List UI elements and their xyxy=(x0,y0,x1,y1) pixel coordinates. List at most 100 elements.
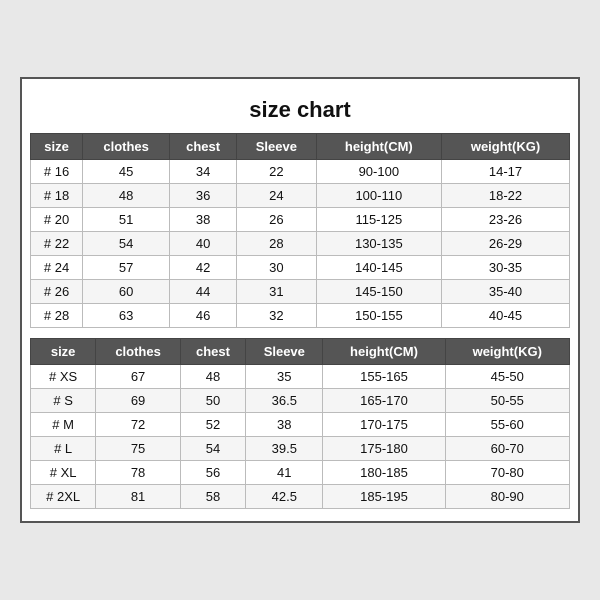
table-cell: # 16 xyxy=(31,160,83,184)
table-cell: # 20 xyxy=(31,208,83,232)
table-cell: 55-60 xyxy=(445,413,570,437)
table-cell: 67 xyxy=(96,365,181,389)
table-cell: 31 xyxy=(237,280,317,304)
table-cell: 40-45 xyxy=(442,304,570,328)
table-cell: 36 xyxy=(170,184,237,208)
table-row: # XS674835155-16545-50 xyxy=(31,365,570,389)
table1-header-cell: Sleeve xyxy=(237,134,317,160)
table-cell: 58 xyxy=(180,485,245,509)
table2-body: # XS674835155-16545-50# S695036.5165-170… xyxy=(31,365,570,509)
table-cell: 54 xyxy=(180,437,245,461)
table-cell: 26 xyxy=(237,208,317,232)
table-cell: 180-185 xyxy=(323,461,445,485)
table-cell: 46 xyxy=(170,304,237,328)
table-cell: 48 xyxy=(180,365,245,389)
table-row: # 18483624100-11018-22 xyxy=(31,184,570,208)
table-cell: 42 xyxy=(170,256,237,280)
table-cell: 22 xyxy=(237,160,317,184)
table-cell: 100-110 xyxy=(316,184,441,208)
table-cell: 60-70 xyxy=(445,437,570,461)
table-cell: 41 xyxy=(246,461,323,485)
table-row: # S695036.5165-17050-55 xyxy=(31,389,570,413)
table-row: # 26604431145-15035-40 xyxy=(31,280,570,304)
table-cell: 36.5 xyxy=(246,389,323,413)
table-cell: 90-100 xyxy=(316,160,441,184)
table-row: # 22544028130-13526-29 xyxy=(31,232,570,256)
table-cell: 30-35 xyxy=(442,256,570,280)
table2-header-cell: clothes xyxy=(96,339,181,365)
table1-header-cell: clothes xyxy=(83,134,170,160)
table-cell: 140-145 xyxy=(316,256,441,280)
table-cell: 175-180 xyxy=(323,437,445,461)
table-cell: 115-125 xyxy=(316,208,441,232)
table1-header-cell: chest xyxy=(170,134,237,160)
table-cell: 155-165 xyxy=(323,365,445,389)
table-cell: 150-155 xyxy=(316,304,441,328)
table-cell: 28 xyxy=(237,232,317,256)
table2-header-cell: size xyxy=(31,339,96,365)
table-cell: 35-40 xyxy=(442,280,570,304)
table-cell: 185-195 xyxy=(323,485,445,509)
table-cell: 38 xyxy=(246,413,323,437)
table-cell: # L xyxy=(31,437,96,461)
table-cell: 23-26 xyxy=(442,208,570,232)
table-cell: # 22 xyxy=(31,232,83,256)
table2-header-cell: height(CM) xyxy=(323,339,445,365)
table-cell: 45 xyxy=(83,160,170,184)
table2-header-row: sizeclotheschestSleeveheight(CM)weight(K… xyxy=(31,339,570,365)
table-row: # M725238170-17555-60 xyxy=(31,413,570,437)
table-cell: 81 xyxy=(96,485,181,509)
table-cell: 165-170 xyxy=(323,389,445,413)
table-cell: 45-50 xyxy=(445,365,570,389)
table-cell: 44 xyxy=(170,280,237,304)
chart-container: size chart sizeclotheschestSleeveheight(… xyxy=(20,77,580,523)
table-cell: 60 xyxy=(83,280,170,304)
table1-header-cell: weight(KG) xyxy=(442,134,570,160)
table-row: # L755439.5175-18060-70 xyxy=(31,437,570,461)
table-row: # 2XL815842.5185-19580-90 xyxy=(31,485,570,509)
table-cell: 54 xyxy=(83,232,170,256)
table-cell: # 28 xyxy=(31,304,83,328)
table-row: # 20513826115-12523-26 xyxy=(31,208,570,232)
table-cell: # XL xyxy=(31,461,96,485)
table-cell: 52 xyxy=(180,413,245,437)
table-cell: 18-22 xyxy=(442,184,570,208)
table-cell: # M xyxy=(31,413,96,437)
table1-body: # 1645342290-10014-17# 18483624100-11018… xyxy=(31,160,570,328)
table-cell: 57 xyxy=(83,256,170,280)
table-cell: 56 xyxy=(180,461,245,485)
table-adults: sizeclotheschestSleeveheight(CM)weight(K… xyxy=(30,338,570,509)
table-cell: 38 xyxy=(170,208,237,232)
table-cell: 50 xyxy=(180,389,245,413)
table-cell: # S xyxy=(31,389,96,413)
table-row: # XL785641180-18570-80 xyxy=(31,461,570,485)
chart-title: size chart xyxy=(30,89,570,133)
table-row: # 1645342290-10014-17 xyxy=(31,160,570,184)
table2-header-cell: chest xyxy=(180,339,245,365)
table-cell: 72 xyxy=(96,413,181,437)
table1-header-cell: size xyxy=(31,134,83,160)
table-cell: 78 xyxy=(96,461,181,485)
table-cell: # 26 xyxy=(31,280,83,304)
table-cell: 145-150 xyxy=(316,280,441,304)
table2-header-cell: Sleeve xyxy=(246,339,323,365)
table2-header-cell: weight(KG) xyxy=(445,339,570,365)
table-children: sizeclotheschestSleeveheight(CM)weight(K… xyxy=(30,133,570,328)
table-cell: 63 xyxy=(83,304,170,328)
table-cell: 34 xyxy=(170,160,237,184)
table-cell: 51 xyxy=(83,208,170,232)
table1-header-cell: height(CM) xyxy=(316,134,441,160)
table-cell: 39.5 xyxy=(246,437,323,461)
table-cell: 30 xyxy=(237,256,317,280)
table-cell: 130-135 xyxy=(316,232,441,256)
table-cell: 14-17 xyxy=(442,160,570,184)
table-cell: 42.5 xyxy=(246,485,323,509)
table-row: # 24574230140-14530-35 xyxy=(31,256,570,280)
table-cell: 32 xyxy=(237,304,317,328)
table-row: # 28634632150-15540-45 xyxy=(31,304,570,328)
table-cell: 24 xyxy=(237,184,317,208)
table-cell: 170-175 xyxy=(323,413,445,437)
table-cell: # XS xyxy=(31,365,96,389)
table1-header-row: sizeclotheschestSleeveheight(CM)weight(K… xyxy=(31,134,570,160)
table-cell: 50-55 xyxy=(445,389,570,413)
